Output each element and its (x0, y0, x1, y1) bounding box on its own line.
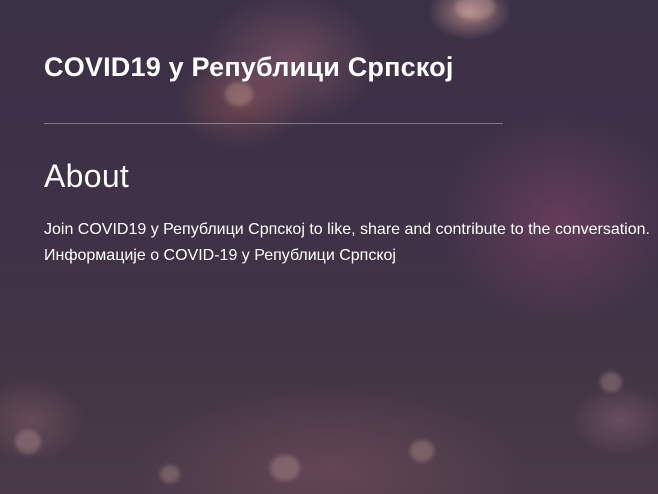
page-description: Информације о COVID-19 у Републици Српск… (44, 247, 396, 264)
about-text: Join COVID19 у Републици Српској to like… (44, 217, 654, 269)
about-heading: About (44, 158, 130, 194)
page-title: COVID19 у Републици Српској (44, 52, 454, 82)
bokeh-light (15, 430, 41, 454)
bokeh-light (160, 465, 180, 483)
bokeh-light (270, 455, 300, 481)
join-text: Join COVID19 у Републици Српској to like… (44, 221, 650, 238)
bokeh-light (600, 372, 622, 392)
bokeh-light (225, 82, 253, 106)
bokeh-light (455, 0, 495, 20)
title-divider (44, 123, 503, 124)
bokeh-light (410, 440, 434, 462)
